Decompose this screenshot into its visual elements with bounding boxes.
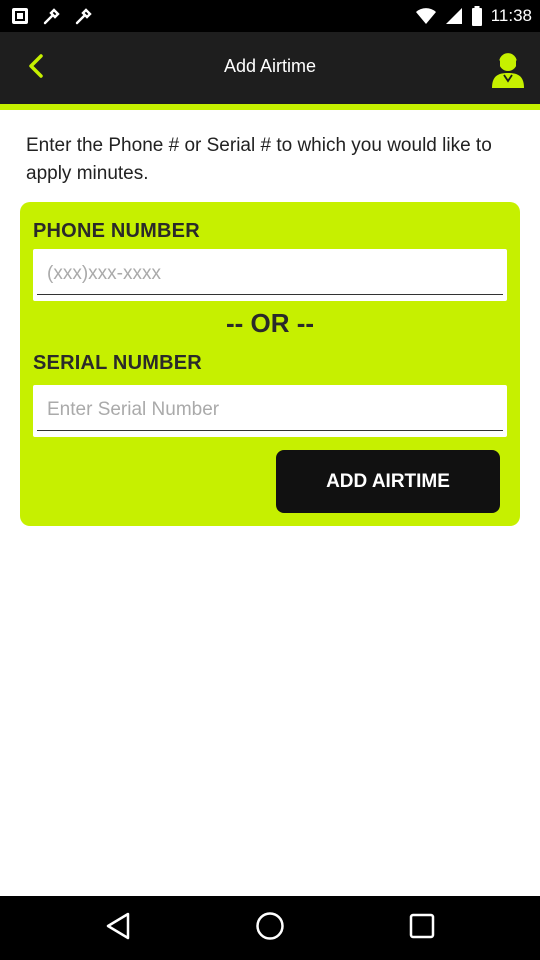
page-title: Add Airtime: [223, 56, 317, 76]
battery-icon: [471, 6, 483, 26]
signal-icon: [445, 7, 463, 25]
support-agent-icon: [490, 50, 526, 92]
phone-number-field-container: [33, 249, 507, 301]
screen: 11:38 Add Airtime Enter the Phone # or S…: [0, 0, 540, 960]
nav-recents-button[interactable]: [404, 912, 440, 944]
airtime-form-card: PHONE NUMBER -- OR -- SERIAL NUMBER ADD …: [20, 202, 520, 526]
status-time: 11:38: [490, 6, 532, 25]
instruction-text: Enter the Phone # or Serial # to which y…: [26, 135, 492, 184]
phone-number-label: PHONE NUMBER: [33, 220, 200, 242]
serial-number-label: SERIAL NUMBER: [33, 352, 202, 374]
app-bar: Add Airtime: [0, 32, 540, 104]
status-bar: 11:38: [0, 0, 540, 32]
recents-square-icon: [408, 912, 436, 945]
serial-number-input[interactable]: [37, 389, 503, 431]
or-divider: -- OR --: [225, 308, 315, 338]
home-circle-icon: [254, 910, 286, 947]
wifi-icon: [415, 7, 437, 25]
settings-icon: [74, 6, 94, 26]
serial-number-field-container: [33, 385, 507, 437]
support-button[interactable]: [490, 48, 526, 88]
status-left-icons: [10, 6, 94, 26]
settings-icon: [42, 6, 62, 26]
status-right-icons: 11:38: [415, 4, 532, 28]
app-bar-accent-line: [0, 104, 540, 110]
system-nav-bar: [0, 896, 540, 960]
add-airtime-button[interactable]: ADD AIRTIME: [276, 450, 500, 513]
nav-home-button[interactable]: [252, 910, 288, 947]
nav-back-button[interactable]: [100, 912, 136, 944]
back-triangle-icon: [104, 911, 132, 946]
notification-icon: [10, 6, 30, 26]
phone-number-input[interactable]: [37, 253, 503, 295]
